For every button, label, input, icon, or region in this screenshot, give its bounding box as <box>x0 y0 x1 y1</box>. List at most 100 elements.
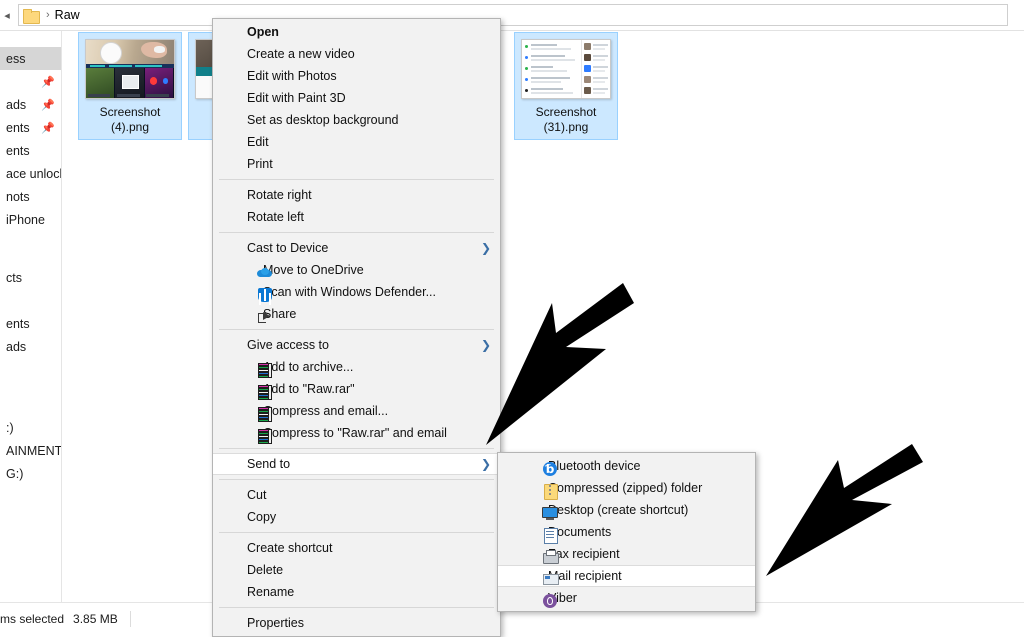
menu-item-create-shortcut[interactable]: Create shortcut <box>213 537 500 559</box>
menu-item-edit-with-photos[interactable]: Edit with Photos <box>213 65 500 87</box>
nav-item-label: cts <box>6 270 22 285</box>
nav-item-label: ess <box>6 51 26 66</box>
menu-item-label: Compress to "Raw.rar" and email <box>263 426 447 440</box>
nav-item-documents-3[interactable]: ents <box>0 312 61 335</box>
winrar-icon <box>257 384 273 400</box>
nav-item-label: ents <box>6 316 30 331</box>
menu-item-label: Compress and email... <box>263 404 389 418</box>
menu-item-edit[interactable]: Edit <box>213 131 500 153</box>
submenu-item-mail-recipient[interactable]: Mail recipient <box>498 565 755 587</box>
menu-separator <box>219 232 494 233</box>
file-thumbnail <box>85 39 175 99</box>
submenu-item-documents[interactable]: Documents <box>498 521 755 544</box>
file-explorer-window: ◂ › Raw ess 📌 ads 📌 ents 📌 ents ace unlo… <box>0 0 1024 637</box>
menu-item-copy[interactable]: Copy <box>213 506 500 528</box>
menu-item-cast-to-device[interactable]: Cast to Device ❯ <box>213 237 500 259</box>
submenu-item-viber[interactable]: Viber <box>498 587 755 609</box>
menu-item-scan-with-windows-defender[interactable]: Scan with Windows Defender... <box>213 281 500 303</box>
chevron-right-icon: ❯ <box>480 338 491 352</box>
zip-folder-icon <box>542 483 558 500</box>
desktop-icon <box>542 505 558 521</box>
menu-item-compress-and-email[interactable]: Compress and email... <box>213 400 500 422</box>
menu-separator <box>219 329 494 330</box>
file-name-label: Screenshot (31).png <box>536 105 597 135</box>
menu-item-delete[interactable]: Delete <box>213 559 500 581</box>
menu-item-label: Create shortcut <box>247 541 333 555</box>
fax-icon <box>542 549 559 565</box>
nav-item-downloads[interactable]: ads 📌 <box>0 93 61 116</box>
submenu-item-fax-recipient[interactable]: Fax recipient <box>498 543 755 565</box>
nav-item-drive-c[interactable]: :) <box>0 416 61 439</box>
menu-item-move-to-onedrive[interactable]: Move to OneDrive <box>213 259 500 281</box>
file-tile-screenshot-4[interactable]: Screenshot (4).png <box>78 32 182 140</box>
menu-item-label: Rename <box>247 585 295 599</box>
submenu-item-bluetooth-device[interactable]: Bluetooth device <box>498 455 755 478</box>
menu-separator <box>219 179 494 180</box>
nav-item-documents-2[interactable]: ents <box>0 139 61 162</box>
nav-item-label: nots <box>6 189 30 204</box>
back-chevron-icon[interactable]: ◂ <box>0 0 14 30</box>
nav-item-iphone[interactable]: iPhone <box>0 208 61 231</box>
breadcrumb-path-label: Raw <box>54 8 80 22</box>
menu-separator <box>219 448 494 449</box>
nav-item-drive-g[interactable]: G:) <box>0 462 61 485</box>
menu-item-send-to[interactable]: Send to ❯ <box>213 453 500 475</box>
menu-item-add-to-archive[interactable]: Add to archive... <box>213 356 500 378</box>
menu-item-print[interactable]: Print <box>213 153 500 175</box>
submenu-item-desktop-create-shortcut[interactable]: Desktop (create shortcut) <box>498 499 755 521</box>
menu-item-create-a-new-video[interactable]: Create a new video <box>213 43 500 65</box>
navigation-pane[interactable]: ess 📌 ads 📌 ents 📌 ents ace unlock nots … <box>0 31 62 603</box>
menu-item-compress-to-raw-rar-and-email[interactable]: Compress to "Raw.rar" and email <box>213 422 500 444</box>
menu-item-properties[interactable]: Properties <box>213 612 500 634</box>
nav-item-label: G:) <box>6 466 24 481</box>
menu-item-label: Cut <box>247 488 267 502</box>
nav-item-face-unlock[interactable]: ace unlock <box>0 162 61 185</box>
menu-item-share[interactable]: Share <box>213 303 500 325</box>
onedrive-icon <box>257 265 273 281</box>
menu-item-rotate-right[interactable]: Rotate right <box>213 184 500 206</box>
context-menu[interactable]: Open Create a new video Edit with Photos… <box>212 18 501 637</box>
submenu-item-compressed-zipped-folder[interactable]: Compressed (zipped) folder <box>498 477 755 500</box>
nav-item-objects[interactable]: cts <box>0 266 61 289</box>
menu-item-rename[interactable]: Rename <box>213 581 500 603</box>
nav-item-screenshots[interactable]: nots <box>0 185 61 208</box>
menu-item-label: Open <box>247 25 279 39</box>
chevron-right-icon: ❯ <box>480 241 491 255</box>
file-name-line1: Screenshot <box>535 105 597 119</box>
submenu-item-label: Bluetooth device <box>548 459 641 473</box>
status-selection-text: ms selected <box>0 611 65 626</box>
menu-item-add-to-raw-rar[interactable]: Add to "Raw.rar" <box>213 378 500 400</box>
menu-item-set-as-desktop-background[interactable]: Set as desktop background <box>213 109 500 131</box>
menu-item-label: Copy <box>247 510 277 524</box>
menu-item-label: Create a new video <box>247 47 355 61</box>
status-divider <box>129 610 131 627</box>
mail-icon <box>542 570 559 586</box>
viber-icon <box>542 593 558 609</box>
nav-item-documents[interactable]: ents 📌 <box>0 116 61 139</box>
windows-defender-icon <box>257 287 273 303</box>
breadcrumb[interactable]: › Raw <box>18 4 1008 26</box>
menu-item-label: Rotate right <box>247 188 312 202</box>
menu-item-label: Send to <box>247 457 291 471</box>
menu-item-label: Cast to Device <box>247 241 329 255</box>
file-name-line2: (31).png <box>543 120 589 134</box>
menu-item-open[interactable]: Open <box>213 21 500 43</box>
nav-item-downloads-2[interactable]: ads <box>0 335 61 358</box>
share-icon <box>257 309 273 325</box>
nav-item-label: ads <box>6 339 27 354</box>
menu-item-rotate-left[interactable]: Rotate left <box>213 206 500 228</box>
menu-item-give-access-to[interactable]: Give access to ❯ <box>213 334 500 356</box>
nav-item-quick-access[interactable]: ess <box>0 47 61 70</box>
breadcrumb-separator: › <box>46 9 50 21</box>
nav-item-drive-entertainment[interactable]: AINMENT (F <box>0 439 61 462</box>
send-to-submenu[interactable]: Bluetooth device Compressed (zipped) fol… <box>497 452 756 612</box>
nav-item-label: ace unlock <box>6 166 62 181</box>
menu-separator <box>219 607 494 608</box>
menu-item-label: Edit with Photos <box>247 69 337 83</box>
nav-item-1[interactable]: 📌 <box>0 70 61 93</box>
menu-item-edit-with-paint-3d[interactable]: Edit with Paint 3D <box>213 87 500 109</box>
menu-item-cut[interactable]: Cut <box>213 484 500 506</box>
nav-item-label: :) <box>6 420 14 435</box>
menu-separator <box>219 479 494 480</box>
file-tile-screenshot-31[interactable]: Screenshot (31).png <box>514 32 618 140</box>
